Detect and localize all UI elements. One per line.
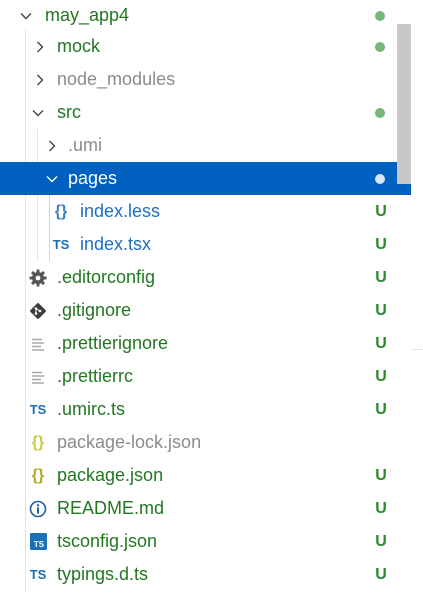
folder-label: mock — [57, 36, 101, 56]
editor-gutter — [411, 0, 423, 594]
gear-icon — [27, 261, 49, 294]
modified-dot-icon — [375, 11, 385, 21]
untracked-badge: U — [375, 236, 387, 253]
typescript-file-icon: TS — [29, 567, 47, 582]
indent-guide — [37, 195, 38, 228]
file-label: .prettierignore — [57, 333, 169, 353]
file-prettierrc[interactable]: .prettierrc U — [0, 360, 411, 393]
folder-may-app4[interactable]: may_app4 — [0, 0, 411, 32]
indent-guide — [25, 129, 26, 162]
text-lines-icon — [27, 360, 49, 393]
folder-label: src — [57, 102, 81, 122]
folder-label: .umi — [68, 135, 103, 155]
file-index-tsx[interactable]: TS index.tsx U — [0, 228, 411, 261]
untracked-badge: U — [375, 302, 387, 319]
file-package-lock-json[interactable]: {} package-lock.json — [0, 426, 411, 459]
indent-guide — [25, 195, 26, 228]
untracked-badge: U — [375, 401, 387, 418]
less-file-icon: {} — [54, 203, 68, 220]
file-label: README.md — [57, 498, 165, 518]
file-label: index.tsx — [80, 234, 152, 254]
typescript-file-icon: TS — [52, 237, 70, 252]
indent-guide — [25, 228, 26, 261]
indent-guide — [25, 327, 26, 360]
untracked-badge: U — [375, 533, 387, 550]
info-icon — [27, 492, 49, 525]
indent-guide — [37, 129, 38, 162]
folder-label: pages — [68, 168, 118, 188]
indent-guide — [25, 426, 26, 459]
folder-umi[interactable]: .umi — [0, 129, 411, 162]
file-label: package-lock.json — [57, 432, 202, 452]
file-explorer-tree: may_app4 mock node_modules src .umi page… — [0, 0, 411, 594]
json-file-icon: {} — [31, 434, 45, 451]
untracked-badge: U — [375, 335, 387, 352]
vertical-scrollbar-thumb[interactable] — [397, 24, 411, 184]
indent-guide — [25, 360, 26, 393]
file-prettierignore[interactable]: .prettierignore U — [0, 327, 411, 360]
indent-guide — [25, 558, 26, 591]
file-gitignore[interactable]: .gitignore U — [0, 294, 411, 327]
chevron-right-icon[interactable] — [45, 129, 59, 162]
file-label: .gitignore — [57, 300, 132, 320]
modified-dot-icon — [375, 42, 385, 52]
chevron-down-icon[interactable] — [31, 96, 45, 129]
folder-label: node_modules — [57, 69, 176, 89]
text-lines-icon — [27, 327, 49, 360]
folder-pages[interactable]: pages — [0, 162, 411, 195]
untracked-badge: U — [375, 203, 387, 220]
indent-guide — [25, 30, 26, 63]
folder-node-modules[interactable]: node_modules — [0, 63, 411, 96]
file-package-json[interactable]: {} package.json U — [0, 459, 411, 492]
untracked-badge: U — [375, 467, 387, 484]
typescript-file-icon: TS — [29, 402, 47, 417]
file-index-less[interactable]: {} index.less U — [0, 195, 411, 228]
git-icon — [27, 294, 49, 327]
indent-guide — [25, 525, 26, 558]
chevron-right-icon[interactable] — [33, 63, 47, 96]
untracked-badge: U — [375, 368, 387, 385]
file-label: .editorconfig — [57, 267, 156, 287]
file-tsconfig-json[interactable]: TS tsconfig.json U — [0, 525, 411, 558]
file-label: .prettierrc — [57, 366, 134, 386]
untracked-badge: U — [375, 269, 387, 286]
untracked-badge: U — [375, 566, 387, 583]
chevron-right-icon[interactable] — [33, 30, 47, 63]
file-label: package.json — [57, 465, 164, 485]
file-label: tsconfig.json — [57, 531, 158, 551]
modified-dot-icon — [375, 108, 385, 118]
indent-guide — [25, 393, 26, 426]
json-file-icon: {} — [31, 467, 45, 484]
modified-dot-icon — [375, 174, 385, 184]
indent-guide — [25, 63, 26, 96]
file-umirc-ts[interactable]: TS .umirc.ts U — [0, 393, 411, 426]
file-editorconfig[interactable]: .editorconfig U — [0, 261, 411, 294]
divider — [411, 349, 423, 350]
chevron-down-icon[interactable] — [19, 0, 33, 32]
file-label: index.less — [80, 201, 161, 221]
indent-guide — [25, 459, 26, 492]
indent-guide — [25, 261, 26, 294]
indent-guide — [25, 492, 26, 525]
file-typings-d-ts[interactable]: TS typings.d.ts U — [0, 558, 411, 591]
file-label: typings.d.ts — [57, 564, 149, 584]
chevron-down-icon[interactable] — [45, 162, 59, 195]
file-readme-md[interactable]: README.md U — [0, 492, 411, 525]
untracked-badge: U — [375, 500, 387, 517]
indent-guide — [25, 294, 26, 327]
svg-text:TS: TS — [33, 540, 44, 549]
folder-src[interactable]: src — [0, 96, 411, 129]
tsconfig-file-icon: TS — [27, 525, 49, 558]
folder-mock[interactable]: mock — [0, 30, 411, 63]
file-label: .umirc.ts — [57, 399, 126, 419]
indent-guide — [37, 228, 38, 261]
folder-label: may_app4 — [45, 5, 130, 25]
indent-guide — [25, 96, 26, 129]
